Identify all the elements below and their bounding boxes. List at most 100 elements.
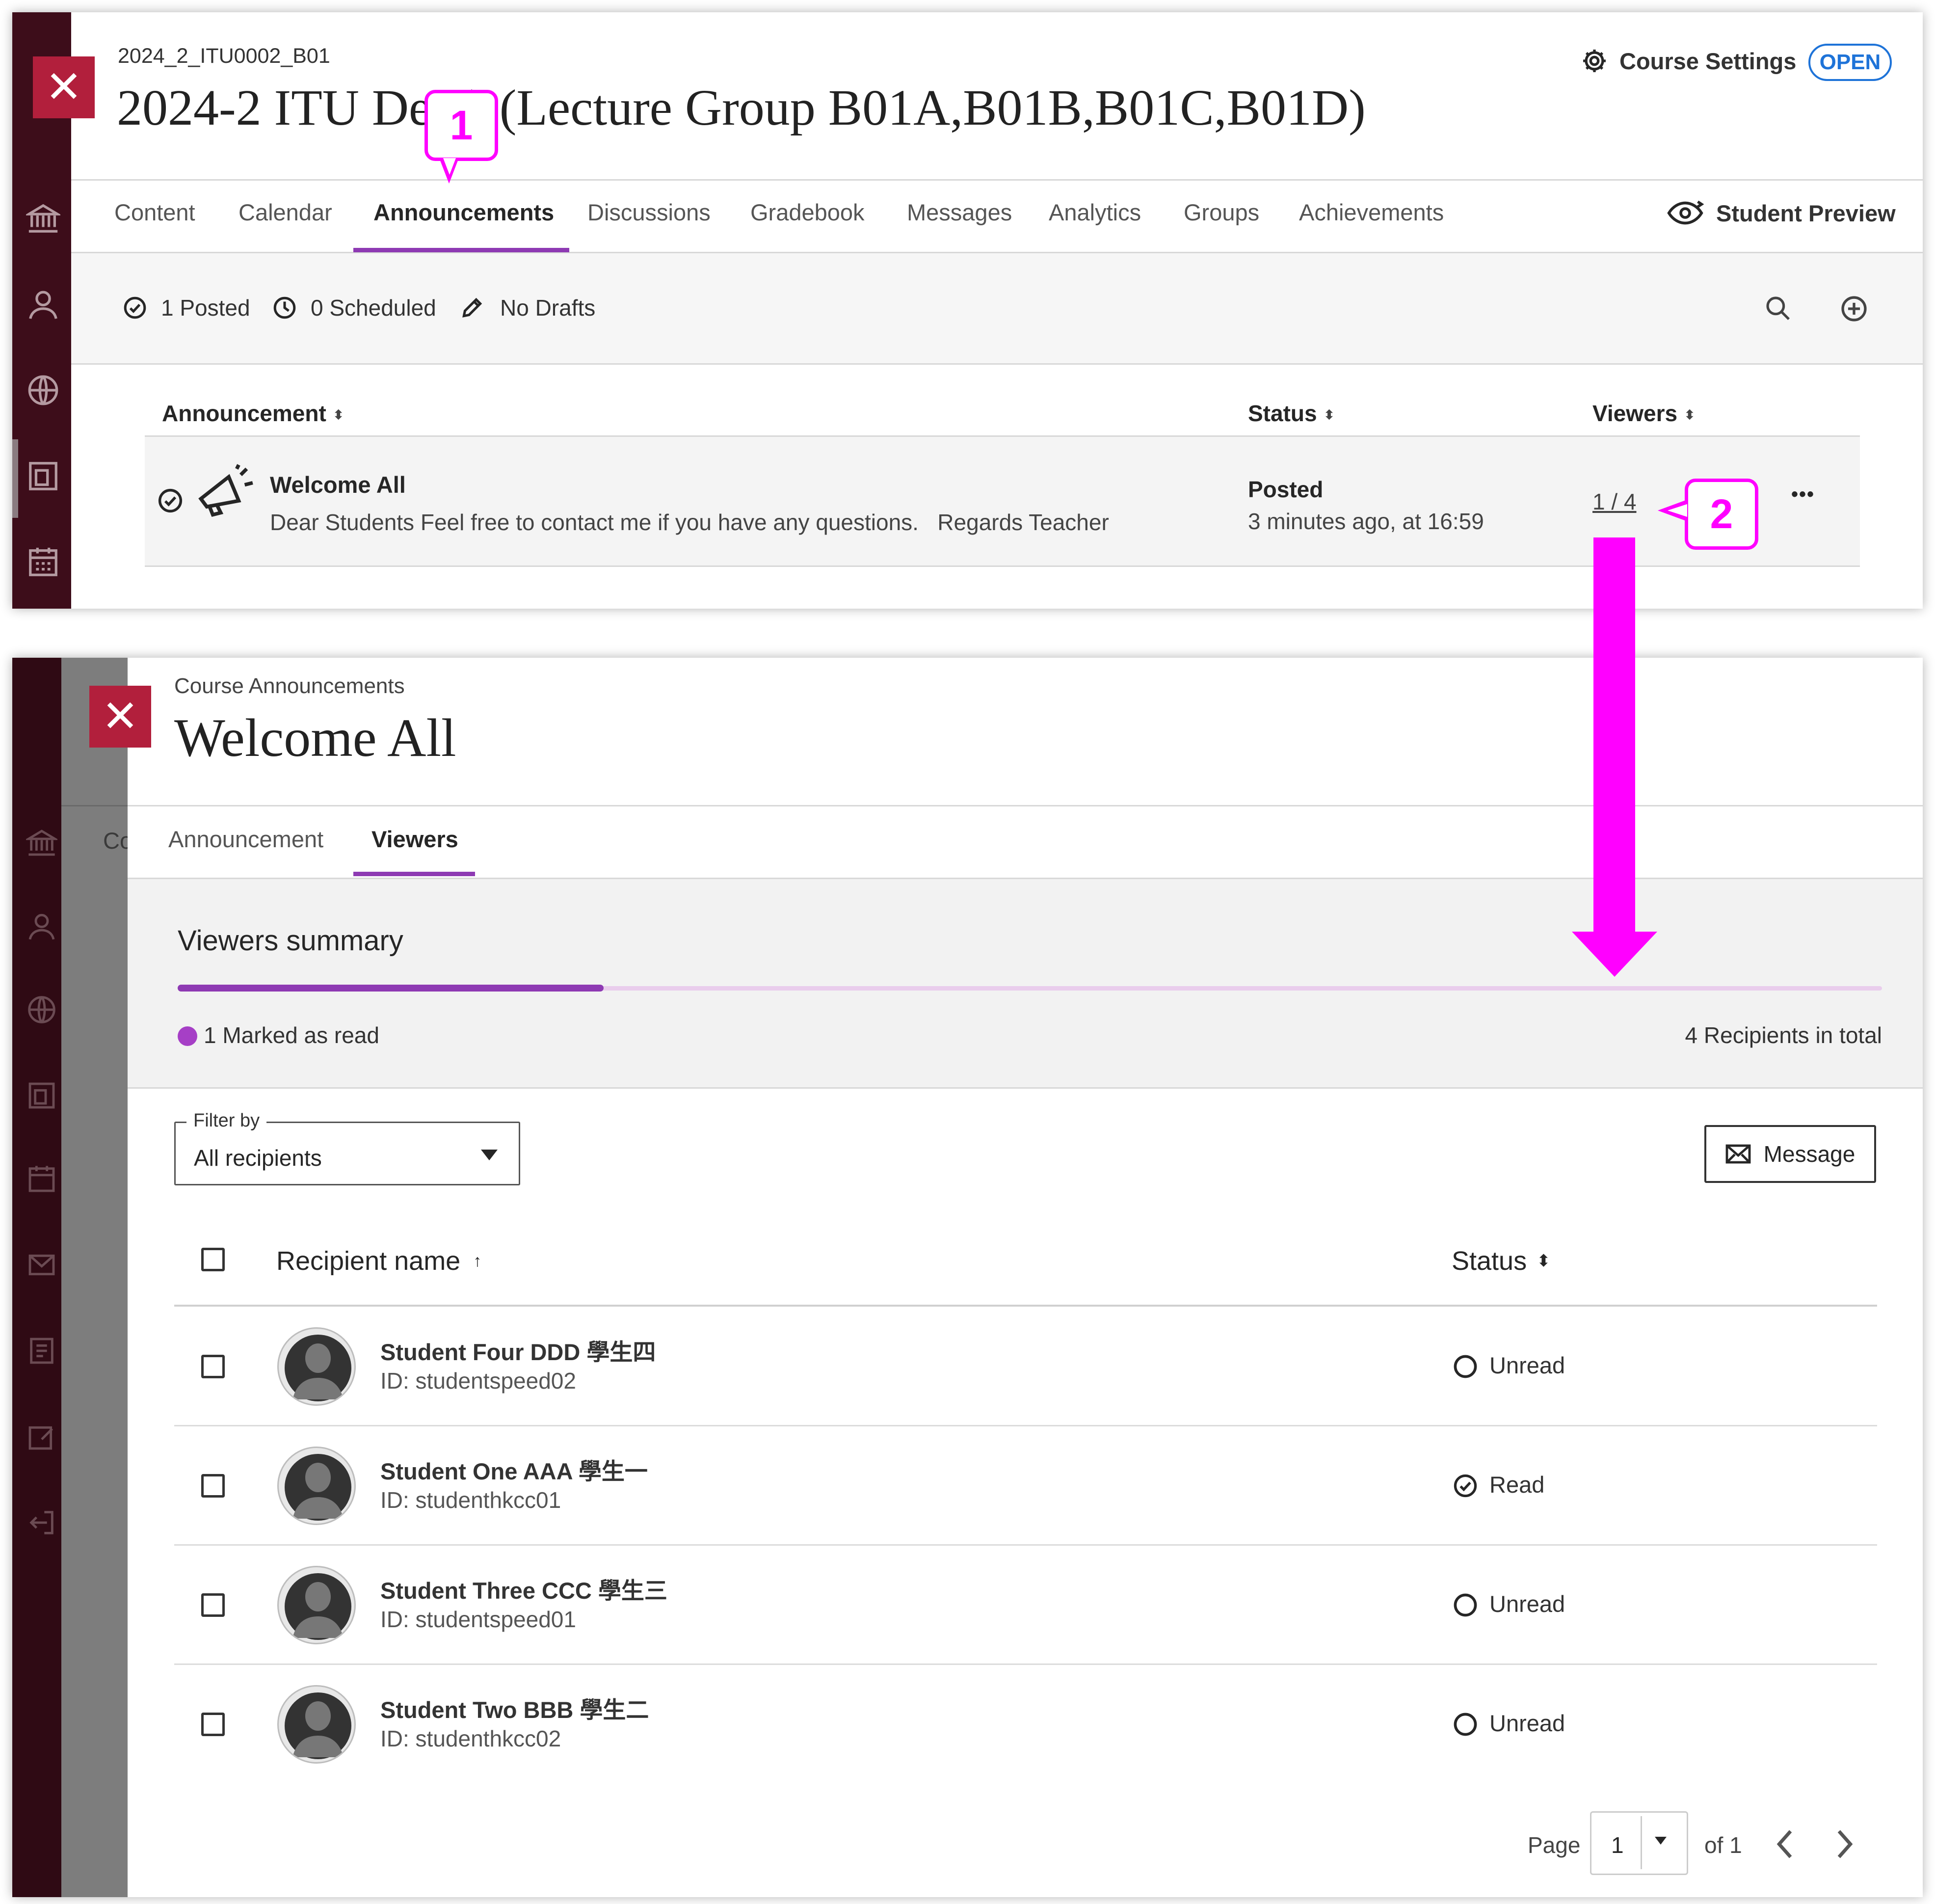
tab-messages[interactable]: Messages	[907, 199, 1012, 226]
tab-analytics[interactable]: Analytics	[1049, 199, 1141, 226]
marked-as-read: 1 Marked as read	[204, 1022, 379, 1048]
viewers-panel: Co ✕ Course Announcements Welcome All An…	[12, 658, 1923, 1897]
announcement-title[interactable]: Welcome All	[270, 471, 406, 498]
avatar	[277, 1446, 356, 1525]
avatar	[277, 1685, 356, 1764]
gear-icon	[1580, 47, 1609, 75]
tab-calendar[interactable]: Calendar	[239, 199, 332, 226]
announcements-panel: ✕ 2024_2_ITU0002_B01 2024-2 ITU De ) (Le…	[12, 12, 1923, 609]
col-status-label: Status	[1248, 401, 1317, 426]
sort-icon: ⬍	[1324, 407, 1335, 423]
filter-value: All recipients	[194, 1145, 322, 1171]
tab-announcement[interactable]: Announcement	[168, 826, 323, 853]
tab-announcements[interactable]: Announcements	[373, 199, 554, 226]
scheduled-filter[interactable]: 0 Scheduled	[272, 295, 436, 321]
courses-icon	[26, 1080, 57, 1111]
recipient-id: ID: studenthkcc02	[380, 1725, 561, 1751]
pencil-icon	[460, 295, 484, 320]
avatar	[277, 1565, 356, 1644]
close-course-button[interactable]: ✕	[33, 56, 95, 118]
header-divider	[71, 179, 1923, 181]
page-label: Page	[1528, 1832, 1581, 1858]
recipient-status: Read	[1489, 1471, 1545, 1498]
student-preview-button[interactable]: Student Preview	[1665, 198, 1896, 228]
rail-active-indicator	[12, 439, 18, 518]
sort-asc-icon: ↑	[473, 1251, 482, 1270]
col-status-label: Status	[1452, 1246, 1527, 1276]
col-status-header[interactable]: Status ⬍	[1452, 1246, 1551, 1276]
col-viewers-header[interactable]: Viewers ⬍	[1592, 400, 1695, 427]
announcement-status: Posted	[1248, 477, 1324, 502]
edit-icon	[26, 1421, 57, 1452]
row-checkbox[interactable]	[201, 1354, 225, 1378]
globe-icon	[26, 994, 57, 1025]
filter-label: Filter by	[186, 1110, 267, 1131]
eye-refresh-icon	[1665, 198, 1705, 228]
col-announcement-header[interactable]: Announcement ⬍	[162, 400, 344, 427]
calendar-icon[interactable]	[26, 545, 60, 579]
select-all-checkbox[interactable]	[201, 1248, 225, 1271]
check-circle-icon	[1453, 1473, 1478, 1499]
add-announcement-icon[interactable]	[1840, 295, 1868, 323]
callout-1: 1	[424, 90, 498, 161]
course-open-badge[interactable]: OPEN	[1808, 44, 1892, 81]
close-detail-button[interactable]: ✕	[89, 686, 151, 748]
chevron-down-icon[interactable]	[481, 1150, 498, 1160]
recipient-id: ID: studentspeed01	[380, 1606, 576, 1632]
message-button[interactable]: Message	[1704, 1125, 1876, 1183]
read-legend-dot	[178, 1026, 197, 1046]
arrow-head	[1572, 932, 1657, 977]
tab-content[interactable]: Content	[114, 199, 195, 226]
sort-icon: ⬍	[1684, 407, 1695, 423]
recipient-name: Student Three CCC 學生三	[380, 1577, 667, 1604]
posted-count: 1 Posted	[161, 295, 250, 321]
empty-circle-icon	[1453, 1592, 1478, 1618]
recipient-name: Student Four DDD 學生四	[380, 1339, 656, 1365]
row-checkbox[interactable]	[201, 1712, 225, 1736]
course-settings-link[interactable]: Course Settings	[1580, 47, 1796, 75]
course-settings-label: Course Settings	[1619, 48, 1797, 74]
row-checkbox[interactable]	[201, 1474, 225, 1498]
page-select[interactable]	[1590, 1811, 1688, 1875]
callout-2-pointer-inner	[1668, 504, 1687, 517]
tab-gradebook[interactable]: Gradebook	[750, 199, 865, 226]
col-recipient-header[interactable]: Recipient name ↑	[276, 1246, 481, 1276]
search-icon[interactable]	[1764, 295, 1792, 322]
tab-viewers[interactable]: Viewers	[371, 826, 458, 853]
col-recipient-label: Recipient name	[276, 1246, 461, 1276]
institution-icon	[24, 827, 59, 858]
arrow-shaft	[1593, 537, 1635, 933]
posted-check-icon	[157, 487, 184, 514]
summary-divider	[71, 363, 1923, 365]
posted-filter[interactable]: 1 Posted	[123, 295, 250, 321]
tab-active-underline	[353, 248, 569, 252]
drafts-filter[interactable]: No Drafts	[460, 295, 595, 321]
person-icon[interactable]	[26, 287, 60, 322]
courses-icon[interactable]	[26, 459, 60, 493]
student-preview-label: Student Preview	[1716, 200, 1896, 226]
tab-groups[interactable]: Groups	[1184, 199, 1259, 226]
viewers-link[interactable]: 1 / 4	[1592, 488, 1637, 515]
tab-discussions[interactable]: Discussions	[587, 199, 711, 226]
chevron-left-icon[interactable]	[1773, 1827, 1797, 1861]
detail-title: Welcome All	[174, 708, 456, 768]
chevron-right-icon[interactable]	[1833, 1827, 1856, 1861]
breadcrumb: Course Announcements	[174, 674, 405, 698]
chevron-down-icon[interactable]	[1655, 1837, 1667, 1845]
empty-circle-icon	[1453, 1354, 1478, 1379]
row-checkbox[interactable]	[201, 1593, 225, 1617]
tab-active-underline	[353, 872, 475, 876]
drafts-count: No Drafts	[500, 295, 596, 321]
globe-icon[interactable]	[26, 373, 60, 407]
megaphone-icon	[193, 463, 257, 527]
check-circle-icon	[123, 295, 147, 320]
sort-icon: ⬍	[333, 407, 344, 423]
more-options-icon[interactable]: •••	[1791, 483, 1815, 506]
page-of-label: of 1	[1704, 1832, 1742, 1858]
callout-1-pointer-inner	[443, 158, 456, 175]
tab-achievements[interactable]: Achievements	[1299, 199, 1444, 226]
announcement-time: 3 minutes ago, at 16:59	[1248, 509, 1484, 534]
institution-icon[interactable]	[24, 201, 62, 236]
col-status-header[interactable]: Status ⬍	[1248, 400, 1334, 427]
course-id: 2024_2_ITU0002_B01	[118, 44, 330, 68]
